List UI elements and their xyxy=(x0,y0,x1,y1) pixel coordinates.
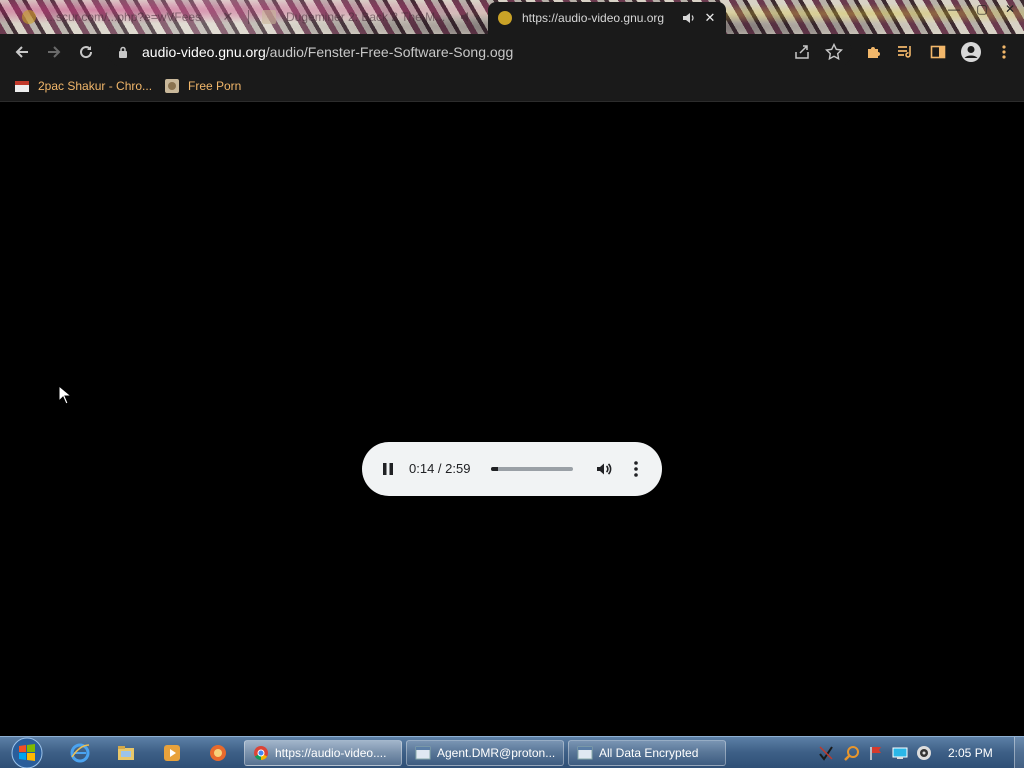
window-icon xyxy=(415,746,431,760)
tab-title: ...scur.com/...php?e=wVFees xyxy=(46,10,202,24)
forward-arrow-icon xyxy=(48,46,61,58)
seek-progress xyxy=(491,467,498,471)
window-icon xyxy=(577,746,593,760)
reload-button[interactable] xyxy=(76,42,96,62)
url-host: audio-video.gnu.org xyxy=(142,44,266,60)
taskbar-item-encrypted[interactable]: All Data Encrypted xyxy=(568,740,726,766)
chrome-icon xyxy=(254,746,268,761)
taskbar-clock[interactable]: 2:05 PM xyxy=(948,746,993,760)
lock-icon[interactable] xyxy=(116,45,130,59)
url-path: /audio/Fenster-Free-Software-Song.ogg xyxy=(265,44,514,60)
extensions-button[interactable] xyxy=(864,42,884,62)
share-button[interactable] xyxy=(792,42,812,62)
screen: ...scur.com/...php?e=wVFees ✕ Dugeminer … xyxy=(0,0,1024,768)
tab-3-active[interactable]: https://audio-video.gnu.org ✕ xyxy=(488,2,726,34)
audio-player: 0:14 / 2:59 xyxy=(362,442,662,496)
tab-close-icon[interactable]: ✕ xyxy=(704,11,716,24)
kebab-menu-icon xyxy=(1002,45,1006,59)
tab-title: https://audio-video.gnu.org xyxy=(522,11,665,25)
volume-icon[interactable] xyxy=(595,460,613,478)
url-text: audio-video.gnu.org/audio/Fenster-Free-S… xyxy=(142,44,513,60)
avatar-icon xyxy=(961,42,981,62)
tray-check-icon[interactable] xyxy=(818,745,834,761)
media-player-icon[interactable] xyxy=(162,743,182,763)
address-bar[interactable]: audio-video.gnu.org/audio/Fenster-Free-S… xyxy=(108,37,852,67)
time-display: 0:14 / 2:59 xyxy=(409,461,471,476)
tab-favicon xyxy=(262,10,276,24)
taskbar: https://audio-video.... Agent.DMR@proton… xyxy=(0,736,1024,768)
bookmark-label: Free Porn xyxy=(188,79,242,93)
tab-separator xyxy=(248,10,249,24)
taskbar-item-label: https://audio-video.... xyxy=(275,746,387,760)
side-panel-icon xyxy=(930,45,946,59)
tab-audio-icon[interactable] xyxy=(460,11,474,23)
browser-toolbar: audio-video.gnu.org/audio/Fenster-Free-S… xyxy=(0,34,1024,70)
bookmark-favicon-red xyxy=(15,81,29,92)
taskbar-item-label: Agent.DMR@proton... xyxy=(437,746,556,760)
menu-button[interactable] xyxy=(994,42,1014,62)
maximize-button[interactable]: ▢ xyxy=(968,0,996,18)
tab-title: Dugeminer 2: Back 2 The M... xyxy=(286,10,446,24)
bookmark-item[interactable]: 2pac Shakur - Chro... xyxy=(14,76,152,96)
tab-strip: ...scur.com/...php?e=wVFees ✕ Dugeminer … xyxy=(0,0,1024,34)
tab-favicon xyxy=(498,11,512,25)
bookmark-favicon-tan xyxy=(165,79,179,93)
bookmarks-bar: 2pac Shakur - Chro... Free Porn xyxy=(0,70,1024,102)
media-control-button[interactable] xyxy=(896,42,916,62)
back-button[interactable] xyxy=(12,42,32,62)
taskbar-item-label: All Data Encrypted xyxy=(599,746,699,760)
taskbar-item-chrome[interactable]: https://audio-video.... xyxy=(244,740,402,766)
back-arrow-icon xyxy=(15,46,28,58)
app-icon[interactable] xyxy=(208,743,228,763)
mouse-cursor-icon xyxy=(58,385,72,405)
tab-favicon xyxy=(22,10,36,24)
start-button[interactable] xyxy=(8,737,46,768)
bookmark-item[interactable]: Free Porn xyxy=(164,76,241,96)
show-desktop-button[interactable] xyxy=(1014,737,1024,768)
tray-search-icon[interactable] xyxy=(844,745,860,761)
more-options-icon[interactable] xyxy=(628,460,644,478)
bookmark-label: 2pac Shakur - Chro... xyxy=(38,79,153,93)
share-icon xyxy=(795,45,809,59)
tray-flag-icon[interactable] xyxy=(868,745,884,761)
minimize-button[interactable]: — xyxy=(940,0,968,18)
tray-network-icon[interactable] xyxy=(892,745,908,761)
side-panel-button[interactable] xyxy=(928,42,948,62)
internet-explorer-icon[interactable] xyxy=(70,743,90,763)
tab-2[interactable]: Dugeminer 2: Back 2 The M... xyxy=(252,2,484,32)
close-window-button[interactable]: ✕ xyxy=(996,0,1024,18)
window-controls: — ▢ ✕ xyxy=(940,0,1024,18)
profile-button[interactable] xyxy=(959,40,983,64)
tray-volume-icon[interactable] xyxy=(916,745,932,761)
taskbar-item-proton[interactable]: Agent.DMR@proton... xyxy=(406,740,564,766)
pause-button[interactable] xyxy=(381,462,395,476)
bookmark-star-button[interactable] xyxy=(824,42,844,62)
file-explorer-icon[interactable] xyxy=(116,743,136,763)
tab-close-icon[interactable]: ✕ xyxy=(222,10,234,23)
tab-audio-icon[interactable] xyxy=(682,12,696,24)
puzzle-icon xyxy=(868,47,880,58)
star-icon xyxy=(825,43,843,61)
page-content: 0:14 / 2:59 xyxy=(0,103,1024,736)
reload-icon xyxy=(80,46,93,59)
forward-button[interactable] xyxy=(44,42,64,62)
seek-slider[interactable] xyxy=(491,467,573,471)
tab-1[interactable]: ...scur.com/...php?e=wVFees ✕ xyxy=(12,2,244,32)
media-queue-icon xyxy=(898,46,911,58)
